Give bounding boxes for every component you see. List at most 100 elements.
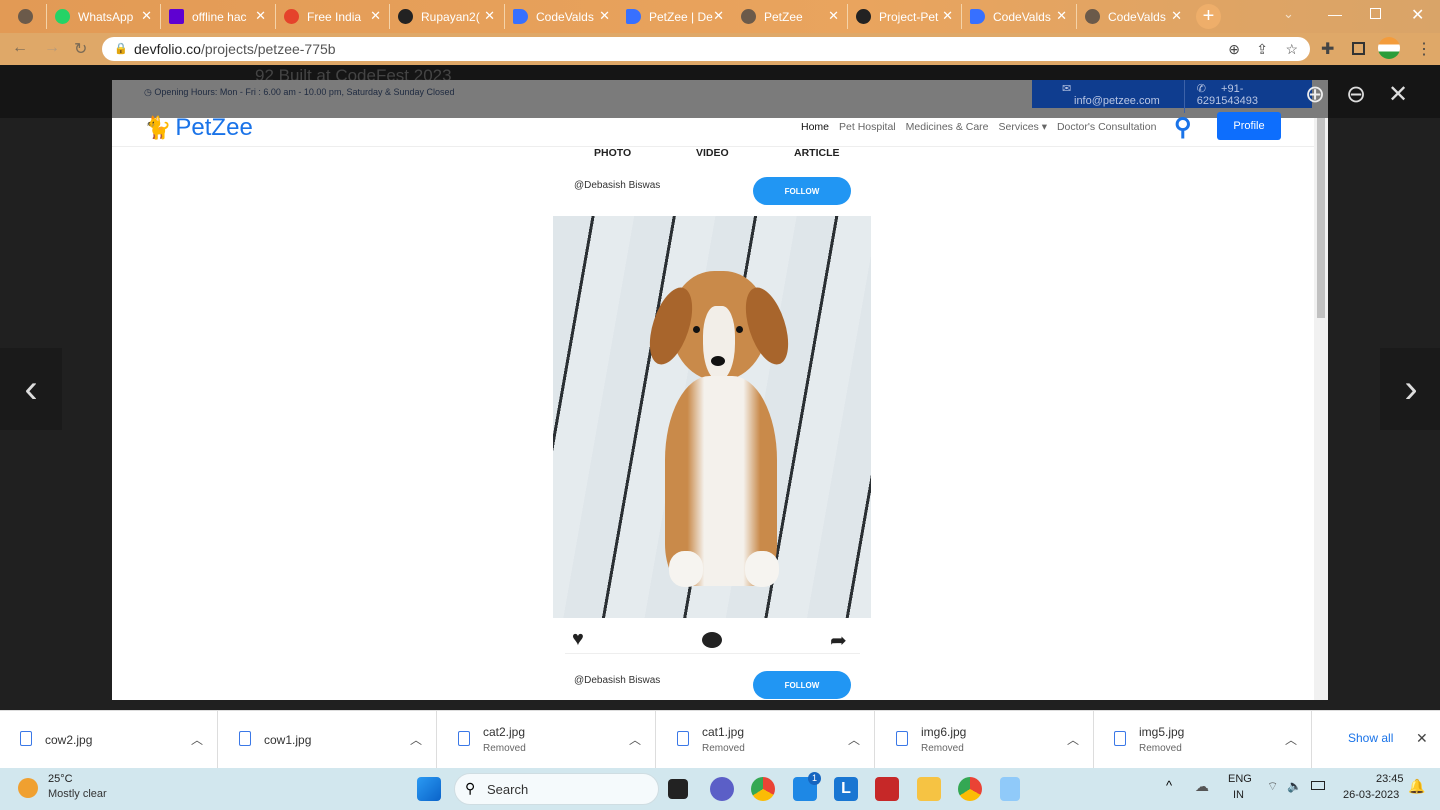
- tab[interactable]: WhatsApp ✕: [46, 4, 158, 29]
- address-bar[interactable]: 🔒 devfolio.co/projects/petzee-775b ⊕ ⇪ ☆: [102, 37, 1310, 61]
- mail-icon[interactable]: 1: [793, 772, 821, 801]
- taskbar-search[interactable]: ⚲ Search: [454, 773, 659, 805]
- teams-chat-icon[interactable]: [710, 777, 734, 801]
- side-panel-icon[interactable]: [1352, 42, 1365, 55]
- post-username[interactable]: @Debasish Biswas: [574, 675, 660, 686]
- windows-start-icon[interactable]: [417, 777, 441, 801]
- notification-bell-icon[interactable]: 🔔: [1408, 778, 1425, 795]
- chevron-up-icon[interactable]: ︿: [848, 731, 860, 748]
- close-tab-icon[interactable]: ✕: [713, 8, 724, 24]
- share-icon[interactable]: ➦: [830, 628, 847, 653]
- weather-condition[interactable]: Mostly clear: [48, 788, 107, 800]
- chrome-icon[interactable]: [751, 777, 775, 801]
- close-tab-icon[interactable]: ✕: [828, 8, 839, 24]
- next-image-button[interactable]: ›: [1380, 348, 1440, 430]
- language-indicator[interactable]: ENG: [1228, 773, 1252, 785]
- scrollbar[interactable]: [1314, 118, 1328, 700]
- new-tab-button[interactable]: +: [1196, 4, 1221, 29]
- profile-button[interactable]: Profile: [1217, 112, 1281, 140]
- tab[interactable]: Free India ✕: [275, 4, 387, 29]
- clock-time[interactable]: 23:45: [1376, 773, 1404, 785]
- nav-doctor[interactable]: Doctor's Consultation: [1057, 121, 1156, 133]
- close-tab-icon[interactable]: ✕: [484, 8, 495, 24]
- download-item[interactable]: img6.jpg Removed ︿: [876, 711, 1094, 769]
- close-tab-icon[interactable]: ✕: [1171, 8, 1182, 24]
- close-tab-icon[interactable]: ✕: [141, 8, 152, 24]
- scrollbar-thumb[interactable]: [1317, 118, 1325, 318]
- chevron-up-icon[interactable]: ︿: [629, 731, 641, 748]
- tab[interactable]: PetZee | De ✕: [618, 4, 730, 29]
- extensions-icon[interactable]: ✚: [1321, 39, 1334, 59]
- close-window-button[interactable]: ✕: [1411, 5, 1424, 25]
- wifi-icon[interactable]: ⌔: [1267, 779, 1278, 794]
- nav-services[interactable]: Services ▾: [999, 121, 1047, 133]
- search-icon[interactable]: ⚲: [1174, 113, 1192, 142]
- tab-video[interactable]: VIDEO: [696, 147, 729, 159]
- nav-pet-hospital[interactable]: Pet Hospital: [839, 121, 896, 133]
- volume-icon[interactable]: 🔈: [1287, 779, 1302, 793]
- mcafee-icon[interactable]: [875, 777, 899, 801]
- back-icon[interactable]: ←: [12, 39, 28, 57]
- zoom-in-icon[interactable]: ⊕: [1305, 80, 1325, 109]
- download-item[interactable]: img5.jpg Removed ︿: [1094, 711, 1312, 769]
- task-view-icon[interactable]: [668, 779, 688, 799]
- tab[interactable]: offline hac ✕: [160, 4, 272, 29]
- menu-icon[interactable]: ⋮: [1416, 39, 1432, 59]
- chrome-profile-icon[interactable]: [958, 777, 982, 801]
- tab[interactable]: Rupayan2(✕: [389, 4, 501, 29]
- battery-icon[interactable]: [1311, 781, 1325, 790]
- tab[interactable]: Project-Pet ✕: [847, 4, 959, 29]
- chevron-up-icon[interactable]: ︿: [191, 731, 203, 748]
- download-item[interactable]: cat1.jpg Removed ︿: [657, 711, 875, 769]
- clock-date[interactable]: 26-03-2023: [1343, 789, 1399, 801]
- nav-medicines[interactable]: Medicines & Care: [906, 121, 989, 133]
- show-hidden-icons[interactable]: ^: [1166, 778, 1172, 793]
- zoom-out-icon[interactable]: ⊖: [1346, 80, 1366, 109]
- download-item[interactable]: cow1.jpg ︿: [219, 711, 437, 769]
- download-item[interactable]: cat2.jpg Removed ︿: [438, 711, 656, 769]
- heart-icon[interactable]: ♥: [572, 628, 584, 651]
- post-username[interactable]: @Debasish Biswas: [574, 180, 660, 191]
- share-icon[interactable]: ⇪: [1256, 37, 1268, 61]
- tab[interactable]: CodeValds ✕: [504, 4, 616, 29]
- close-tab-icon[interactable]: ✕: [1056, 8, 1067, 24]
- onedrive-icon[interactable]: ☁: [1195, 778, 1209, 795]
- email-link[interactable]: ✉ info@petzee.com: [1032, 80, 1185, 113]
- chevron-up-icon[interactable]: ︿: [1285, 731, 1297, 748]
- follow-button[interactable]: FOLLOW: [753, 671, 851, 699]
- chevron-up-icon[interactable]: ︿: [1067, 731, 1079, 748]
- reload-icon[interactable]: ↻: [74, 39, 87, 59]
- previous-image-button[interactable]: ‹: [0, 348, 62, 430]
- phone-link[interactable]: ✆ +91-6291543493: [1185, 82, 1312, 107]
- show-all-downloads[interactable]: Show all: [1348, 731, 1393, 745]
- tab[interactable]: CodeValds ✕: [1076, 4, 1188, 29]
- chevron-up-icon[interactable]: ︿: [410, 731, 422, 748]
- tab[interactable]: PetZee ✕: [733, 4, 845, 29]
- restore-button[interactable]: [1370, 8, 1381, 19]
- bookmark-star-icon[interactable]: ☆: [1285, 37, 1298, 61]
- close-tab-icon[interactable]: ✕: [599, 8, 610, 24]
- avatar[interactable]: [1378, 37, 1400, 59]
- tab-article[interactable]: ARTICLE: [794, 147, 840, 159]
- logo[interactable]: 🐈 PetZee: [144, 114, 253, 142]
- tab[interactable]: [10, 4, 46, 29]
- comment-icon[interactable]: [702, 632, 722, 648]
- zoom-icon[interactable]: ⊕: [1228, 37, 1240, 61]
- weather-temp[interactable]: 25°C: [48, 773, 73, 785]
- close-tab-icon[interactable]: ✕: [942, 8, 953, 24]
- minimize-button[interactable]: —: [1328, 6, 1342, 22]
- download-item[interactable]: cow2.jpg ︿: [0, 711, 218, 769]
- l-app-icon[interactable]: L: [834, 777, 858, 801]
- close-tab-icon[interactable]: ✕: [370, 8, 381, 24]
- close-viewer-icon[interactable]: ✕: [1388, 80, 1408, 109]
- nav-home[interactable]: Home: [801, 121, 829, 133]
- close-tab-icon[interactable]: ✕: [255, 8, 266, 24]
- tab-photo[interactable]: PHOTO: [594, 147, 631, 159]
- tab[interactable]: CodeValds ✕: [961, 4, 1073, 29]
- file-explorer-icon[interactable]: [917, 777, 941, 801]
- follow-button[interactable]: FOLLOW: [753, 177, 851, 205]
- forward-icon[interactable]: →: [44, 39, 60, 57]
- close-downloads-icon[interactable]: ✕: [1416, 730, 1428, 747]
- notepad-icon[interactable]: [1000, 777, 1020, 801]
- tab-search-icon[interactable]: ⌄: [1283, 6, 1294, 22]
